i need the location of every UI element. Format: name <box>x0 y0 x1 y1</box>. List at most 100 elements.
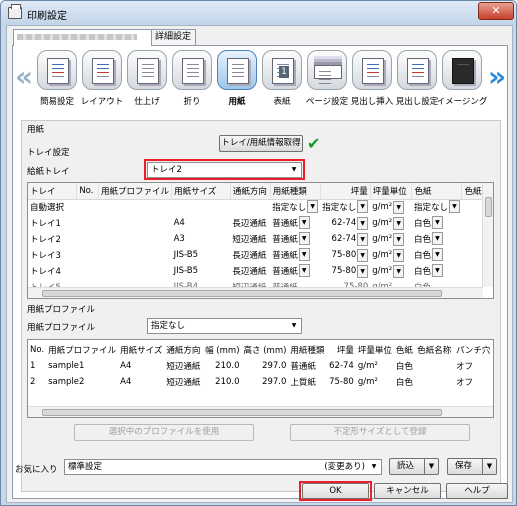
col-header[interactable]: 坪量 <box>327 342 356 358</box>
col-header[interactable]: 高さ (mm) <box>242 342 289 358</box>
col-header[interactable]: 用紙プロファイル <box>98 183 173 200</box>
help-button[interactable]: ヘルプ <box>446 483 508 499</box>
col-header[interactable]: 用紙サイズ <box>171 183 231 200</box>
col-header[interactable]: 通紙方向 <box>230 183 271 200</box>
tray-table-hscroll[interactable] <box>28 287 483 298</box>
weight-select[interactable]: 62-74 ▼ <box>332 217 369 230</box>
color-select[interactable]: 白色 ▼ <box>414 232 443 245</box>
tab-insert-icon <box>362 58 384 84</box>
col-header[interactable]: 用紙サイズ <box>118 342 164 358</box>
tray-table-vscroll[interactable] <box>482 183 493 287</box>
chevron-down-icon: ▼ <box>291 166 297 173</box>
chevron-down-icon[interactable]: ▼ <box>424 459 438 474</box>
save-button[interactable]: 保存 ▼ <box>447 458 497 475</box>
cell: 短辺通紙 <box>232 235 267 245</box>
paper-type-select[interactable]: 指定なし ▼ <box>272 200 319 214</box>
weight-select[interactable]: 75-80 ▼ <box>332 249 369 262</box>
color-select[interactable]: 白色 ▼ <box>414 264 443 277</box>
printer-icon <box>8 4 22 19</box>
quick-setup-icon <box>47 58 69 84</box>
col-header[interactable]: 通紙方向 <box>164 342 203 358</box>
col-header[interactable]: 色紙 <box>394 342 415 358</box>
paper-type-select[interactable]: 普通紙 ▼ <box>272 216 310 229</box>
table-row[interactable]: トレイ2 A3 短辺通紙 普通紙 ▼ 62-74 ▼ g/m² ▼ 白色 ▼ <box>28 231 493 247</box>
ok-button[interactable]: OK <box>302 483 369 499</box>
cell: トレイ4 <box>30 267 61 277</box>
profile-value: 指定なし <box>151 321 186 331</box>
register-custom-size-button[interactable]: 不定形サイズとして登録 <box>290 424 470 441</box>
favorites-select[interactable]: 標準設定 (変更あり) ▼ <box>64 459 382 475</box>
feed-tray-select[interactable]: トレイ2 ▼ <box>147 162 302 178</box>
paper-type-select[interactable]: 普通紙 ▼ <box>272 232 310 245</box>
col-header[interactable]: 坪量単位 <box>370 183 413 200</box>
layout-icon <box>92 58 114 84</box>
weight-unit-select[interactable]: g/m² ▼ <box>372 249 405 262</box>
col-header[interactable]: 用紙種類 <box>288 342 327 358</box>
fold-icon <box>182 58 204 84</box>
cell: トレイ1 <box>30 219 61 229</box>
profile-row[interactable]: 2 sample2 A4 短辺通紙 210.0 297.0 上質紙 75-80 g/m²… <box>28 374 493 390</box>
finishing-icon <box>137 58 159 84</box>
weight-unit-select[interactable]: g/m² ▼ <box>372 265 405 278</box>
dialog-client: 詳細設定 « 簡易設定 レイアウト 仕上げ 折り 用紙 1 表紙 ページ設定 見… <box>6 25 513 503</box>
col-header[interactable]: 幅 (mm) <box>203 342 241 358</box>
tab-advanced[interactable]: 詳細設定 <box>151 29 196 46</box>
profile-table-grid: No. 用紙プロファイル 用紙サイズ 通紙方向 幅 (mm) 高さ (mm) 用… <box>28 342 493 390</box>
chevron-down-icon: ▼ <box>291 322 297 329</box>
profile-select[interactable]: 指定なし ▼ <box>147 318 302 334</box>
weight-select[interactable]: 指定なし ▼ <box>322 200 369 214</box>
tab-basic[interactable] <box>13 29 152 46</box>
section-label-paper: 用紙 <box>27 125 45 135</box>
nav-next-icon[interactable]: » <box>488 63 506 91</box>
nav-item-imaging[interactable]: イメージング <box>437 50 487 107</box>
table-row[interactable]: トレイ1 A4 長辺通紙 普通紙 ▼ 62-74 ▼ g/m² ▼ 白色 ▼ <box>28 215 493 231</box>
check-icon: ✔ <box>307 134 321 153</box>
col-header[interactable]: トレイ <box>28 183 78 200</box>
col-header[interactable]: No. <box>76 183 100 200</box>
window-title: 印刷設定 <box>27 11 67 22</box>
close-button[interactable]: ✕ <box>478 2 514 20</box>
col-header[interactable]: 坪量 <box>320 183 371 200</box>
profile-table-header: No. 用紙プロファイル 用紙サイズ 通紙方向 幅 (mm) 高さ (mm) 用… <box>28 342 493 358</box>
tab-settings-icon <box>407 58 429 84</box>
weight-unit-select[interactable]: g/m² ▼ <box>372 201 405 215</box>
col-header[interactable]: 色紙 <box>411 183 463 200</box>
chevron-down-icon: ▼ <box>371 463 377 470</box>
weight-select[interactable]: 75-80 ▼ <box>332 265 369 278</box>
color-select[interactable]: 白色 ▼ <box>414 216 443 229</box>
print-settings-window: 印刷設定 ✕ 詳細設定 « 簡易設定 レイアウト 仕上げ 折り 用紙 1 表紙 … <box>0 0 517 506</box>
favorites-value: 標準設定 <box>68 462 103 472</box>
load-button[interactable]: 読込 ▼ <box>389 458 439 475</box>
profile-row[interactable]: 1 sample1 A4 短辺通紙 210.0 297.0 普通紙 62-74 g/m²… <box>28 358 493 374</box>
weight-select[interactable]: 62-74 ▼ <box>332 233 369 246</box>
col-header[interactable]: 色紙名称 <box>415 342 454 358</box>
chevron-down-icon[interactable]: ▼ <box>482 459 496 474</box>
color-select[interactable]: 白色 ▼ <box>414 248 443 261</box>
use-profile-button[interactable]: 選択中のプロファイルを使用 <box>74 424 254 441</box>
col-header[interactable]: No. <box>28 342 46 358</box>
table-row[interactable]: トレイ4 JIS-B5 長辺通紙 普通紙 ▼ 75-80 ▼ g/m² ▼ 白色 ▼ <box>28 263 493 279</box>
cell: A4 <box>173 218 185 228</box>
col-header[interactable]: 坪量単位 <box>356 342 394 358</box>
favorites-changed: (変更あり) <box>324 462 365 472</box>
weight-unit-select[interactable]: g/m² ▼ <box>372 233 405 246</box>
col-header[interactable]: パンチ穴 <box>454 342 493 358</box>
get-tray-info-button[interactable]: トレイ/用紙情報取得 <box>219 135 303 152</box>
favorites-label: お気に入り <box>15 465 58 475</box>
paper-type-select[interactable]: 普通紙 ▼ <box>272 264 310 277</box>
cancel-button[interactable]: キャンセル <box>374 483 441 499</box>
profile-section-label: 用紙プロファイル <box>27 305 96 315</box>
col-header[interactable]: 用紙種類 <box>270 183 321 200</box>
weight-unit-select[interactable]: g/m² ▼ <box>372 217 405 230</box>
col-header[interactable]: 用紙プロファイル <box>46 342 118 358</box>
table-row[interactable]: トレイ3 JIS-B5 長辺通紙 普通紙 ▼ 75-80 ▼ g/m² ▼ 白色 ▼ <box>28 247 493 263</box>
paper-type-select[interactable]: 普通紙 ▼ <box>272 248 310 261</box>
cell: 長辺通紙 <box>232 267 267 277</box>
table-row[interactable]: 自動選択 指定なし ▼ 指定なし ▼ g/m² ▼ 指定なし ▼ <box>28 199 493 215</box>
tab-panel: « 簡易設定 レイアウト 仕上げ 折り 用紙 1 表紙 ページ設定 見出し挿入 … <box>12 45 508 499</box>
nav-label: イメージング <box>436 97 488 107</box>
tray-settings-label: トレイ設定 <box>27 148 70 158</box>
color-select[interactable]: 指定なし ▼ <box>414 200 460 214</box>
profile-table-hscroll[interactable] <box>28 406 493 417</box>
nav-prev-icon[interactable]: « <box>15 63 33 91</box>
